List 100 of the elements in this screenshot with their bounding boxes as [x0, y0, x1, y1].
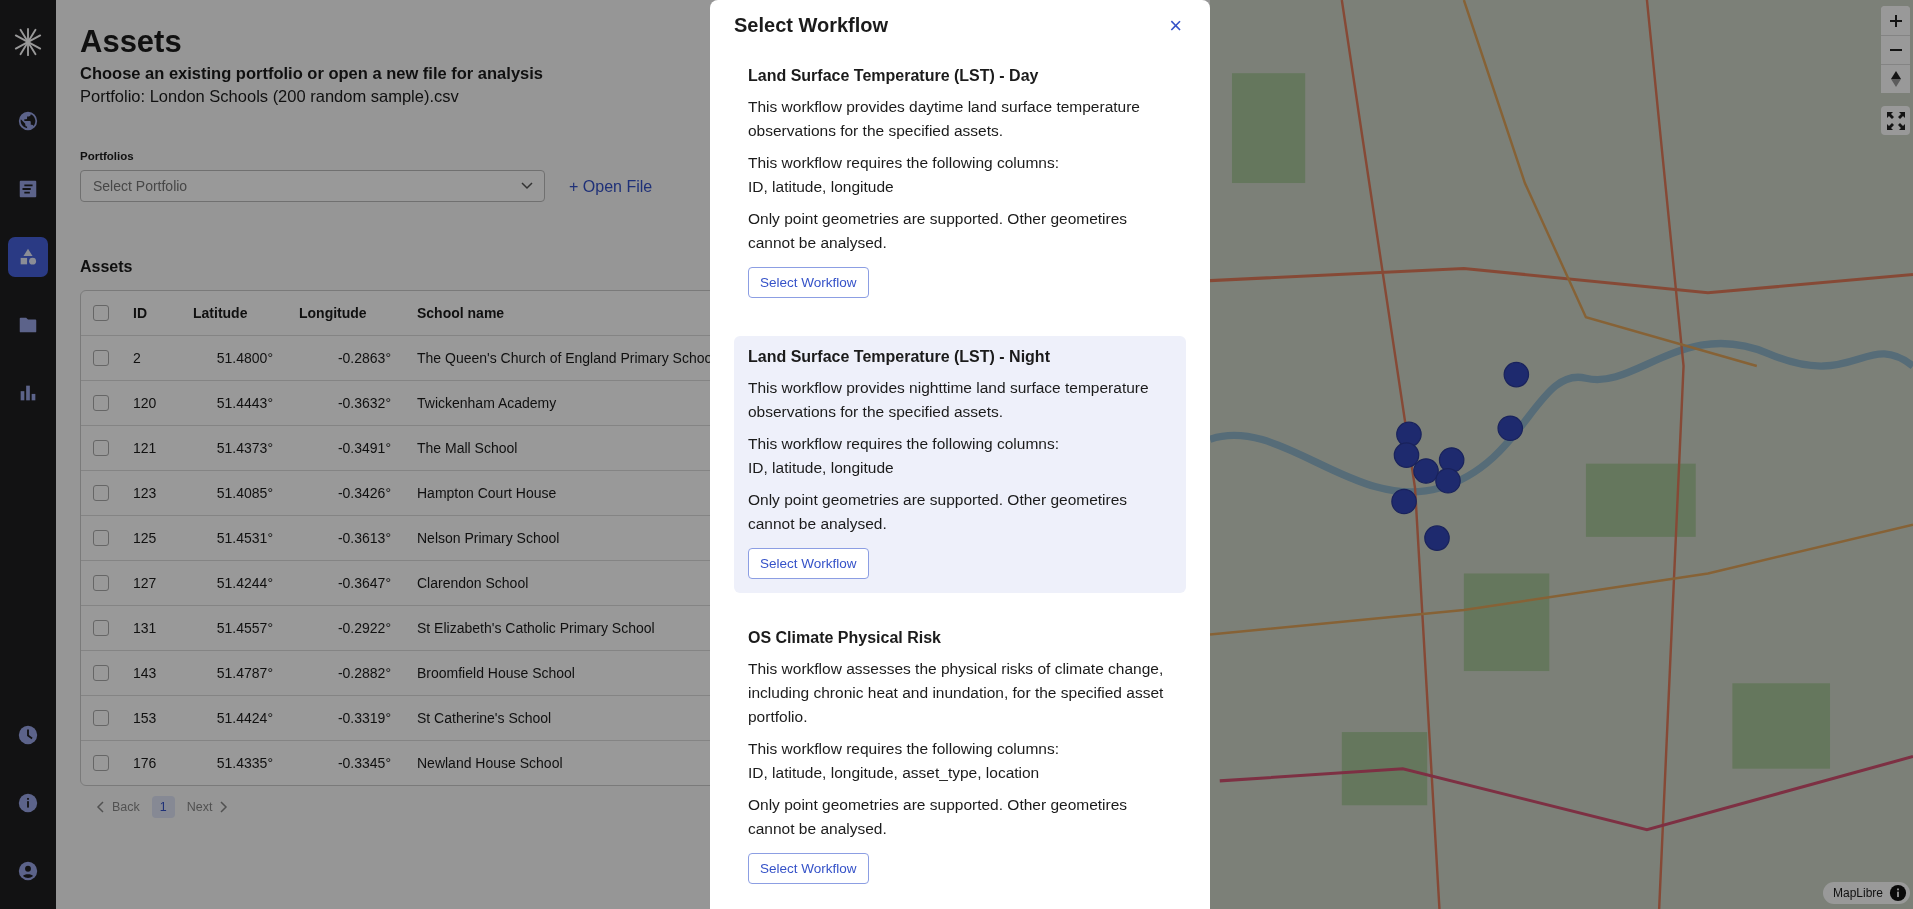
geometry-note: Only point geometries are supported. Other geometires cannot be analysed.: [748, 209, 1129, 253]
geometry-note: Only point geometries are supported. Other geometires cannot be analysed.: [748, 490, 1129, 534]
page-subtitle: Choose an existing portfolio or open a new file for analysis: [80, 64, 544, 83]
table-cell-text: 51.4085°: [215, 485, 273, 501]
open-file-link[interactable]: + Open File: [569, 178, 653, 202]
sidebar-item[interactable]: [8, 237, 48, 277]
checkbox[interactable]: [93, 710, 109, 726]
workflow-title: Land Surface Temperature (LST) - Night: [748, 348, 1051, 366]
table-cell: Clarendon School: [417, 575, 529, 591]
required-columns: ID, latitude, longitude: [748, 456, 1172, 480]
table-cell-text: -0.3426°: [336, 485, 391, 501]
globe-icon: [17, 110, 39, 132]
clock-icon: [17, 724, 39, 746]
map-marker-cluster[interactable]: [1391, 361, 1530, 551]
table-cell-text: 51.4443°: [215, 395, 273, 411]
plus-icon: [1888, 13, 1903, 28]
table-cell: Twickenham Academy: [417, 395, 557, 411]
table-cell-text: 51.4787°: [215, 665, 273, 681]
table-cell-text: -0.3491°: [336, 440, 391, 456]
table-cell-text: 51.4373°: [215, 440, 273, 456]
required-columns: ID, latitude, longitude: [748, 175, 1172, 199]
checkbox[interactable]: [93, 305, 109, 321]
table-cell-text: -0.3345°: [336, 755, 391, 771]
checkbox[interactable]: [93, 575, 109, 591]
table-cell-text: 131: [133, 620, 158, 636]
column-header: Longitude: [299, 305, 368, 321]
required-columns: ID, latitude, longitude, asset_type, location: [748, 761, 1172, 785]
workflow-description: This workflow provides daytime land surface temperature observations for the specified assets.: [748, 97, 1141, 141]
table-cell-text: 176: [133, 755, 158, 771]
compass-button[interactable]: [1881, 64, 1910, 93]
table-cell: Hampton Court House: [417, 485, 557, 501]
table-cell-text: -0.3647°: [336, 575, 391, 591]
checkbox[interactable]: [93, 665, 109, 681]
table-cell-text: 123: [133, 485, 158, 501]
table-cell-text: 2: [133, 350, 142, 366]
logo-icon: [13, 27, 43, 57]
requirements-text: This workflow requires the following columns:: [748, 739, 1060, 759]
requirements-text: This workflow requires the following columns:: [748, 153, 1060, 173]
checkbox[interactable]: [93, 620, 109, 636]
table-cell-text: -0.2863°: [336, 350, 391, 366]
table-cell-text: 153: [133, 710, 158, 726]
document-icon: [17, 178, 39, 200]
info-icon: [17, 792, 39, 814]
dialog-title: Select Workflow: [734, 14, 889, 37]
column-header: ID: [133, 305, 148, 321]
fullscreen-button[interactable]: [1881, 106, 1910, 135]
workflow-title: Land Surface Temperature (LST) - Day: [748, 67, 1040, 85]
checkbox[interactable]: [93, 755, 109, 771]
table-cell-text: -0.3319°: [336, 710, 391, 726]
geometry-note: Only point geometries are supported. Other geometires cannot be analysed.: [748, 795, 1129, 839]
table-cell: Newland House School: [417, 755, 563, 771]
table-cell-text: 51.4800°: [215, 350, 273, 366]
table-cell-text: 51.4557°: [215, 620, 273, 636]
chevron-down-icon: [521, 182, 533, 190]
chevron-left-icon: [96, 801, 104, 813]
user-icon: [17, 860, 39, 882]
table-cell-text: 51.4244°: [215, 575, 273, 591]
chevron-right-icon: [220, 801, 229, 813]
checkbox[interactable]: [93, 485, 109, 501]
table-cell-text: -0.3632°: [336, 395, 391, 411]
workflow-description: This workflow assesses the physical risks of climate change, including chronic heat and inundation, for the specified asset portfolio.: [748, 659, 1165, 727]
attribution-text: MapLibre: [1832, 886, 1883, 900]
checkbox[interactable]: [93, 395, 109, 411]
table-cell: St Elizabeth's Catholic Primary School: [417, 620, 655, 636]
select-workflow-button[interactable]: Select Workflow: [748, 548, 869, 579]
select-workflow-button[interactable]: Select Workflow: [748, 853, 869, 884]
table-cell-text: -0.3613°: [336, 530, 391, 546]
table-cell-text: 127: [133, 575, 158, 591]
portfolio-select[interactable]: Select Portfolio: [80, 170, 545, 202]
workflow-description: This workflow provides nighttime land surface temperature observations for the specified assets.: [748, 378, 1150, 422]
checkbox[interactable]: [93, 440, 109, 456]
table-cell: Nelson Primary School: [417, 530, 560, 546]
page-number[interactable]: 1: [151, 796, 175, 818]
checkbox[interactable]: [93, 530, 109, 546]
table-cell-text: -0.2922°: [336, 620, 391, 636]
page-title: Assets: [80, 24, 183, 60]
table-cell-text: 51.4531°: [215, 530, 273, 546]
table-cell-text: -0.2882°: [336, 665, 391, 681]
field-label: Portfolios: [80, 150, 135, 162]
column-header: School name: [417, 305, 505, 321]
portfolio-name: Portfolio: London Schools (200 random sample).csv: [80, 87, 460, 106]
table-cell: St Catherine's School: [417, 710, 552, 726]
table-cell-text: 51.4424°: [215, 710, 273, 726]
compass-icon: [1890, 71, 1901, 87]
close-button[interactable]: ×: [1165, 14, 1186, 37]
table-cell-text: 51.4335°: [215, 755, 273, 771]
table-cell-text: 121: [133, 440, 158, 456]
workflow-title: OS Climate Physical Risk: [748, 629, 942, 647]
table-cell-text: 143: [133, 665, 158, 681]
table-cell-text: 120: [133, 395, 158, 411]
table-cell: The Mall School: [417, 440, 518, 456]
table-cell: Broomfield House School: [417, 665, 575, 681]
section-title: Assets: [80, 258, 134, 276]
requirements-text: This workflow requires the following columns:: [748, 434, 1060, 454]
table-cell-text: 125: [133, 530, 158, 546]
info-icon[interactable]: [1889, 884, 1907, 902]
checkbox[interactable]: [93, 350, 109, 366]
fullscreen-icon: [1885, 110, 1906, 131]
column-header: Latitude: [193, 305, 249, 321]
select-workflow-button[interactable]: Select Workflow: [748, 267, 869, 298]
